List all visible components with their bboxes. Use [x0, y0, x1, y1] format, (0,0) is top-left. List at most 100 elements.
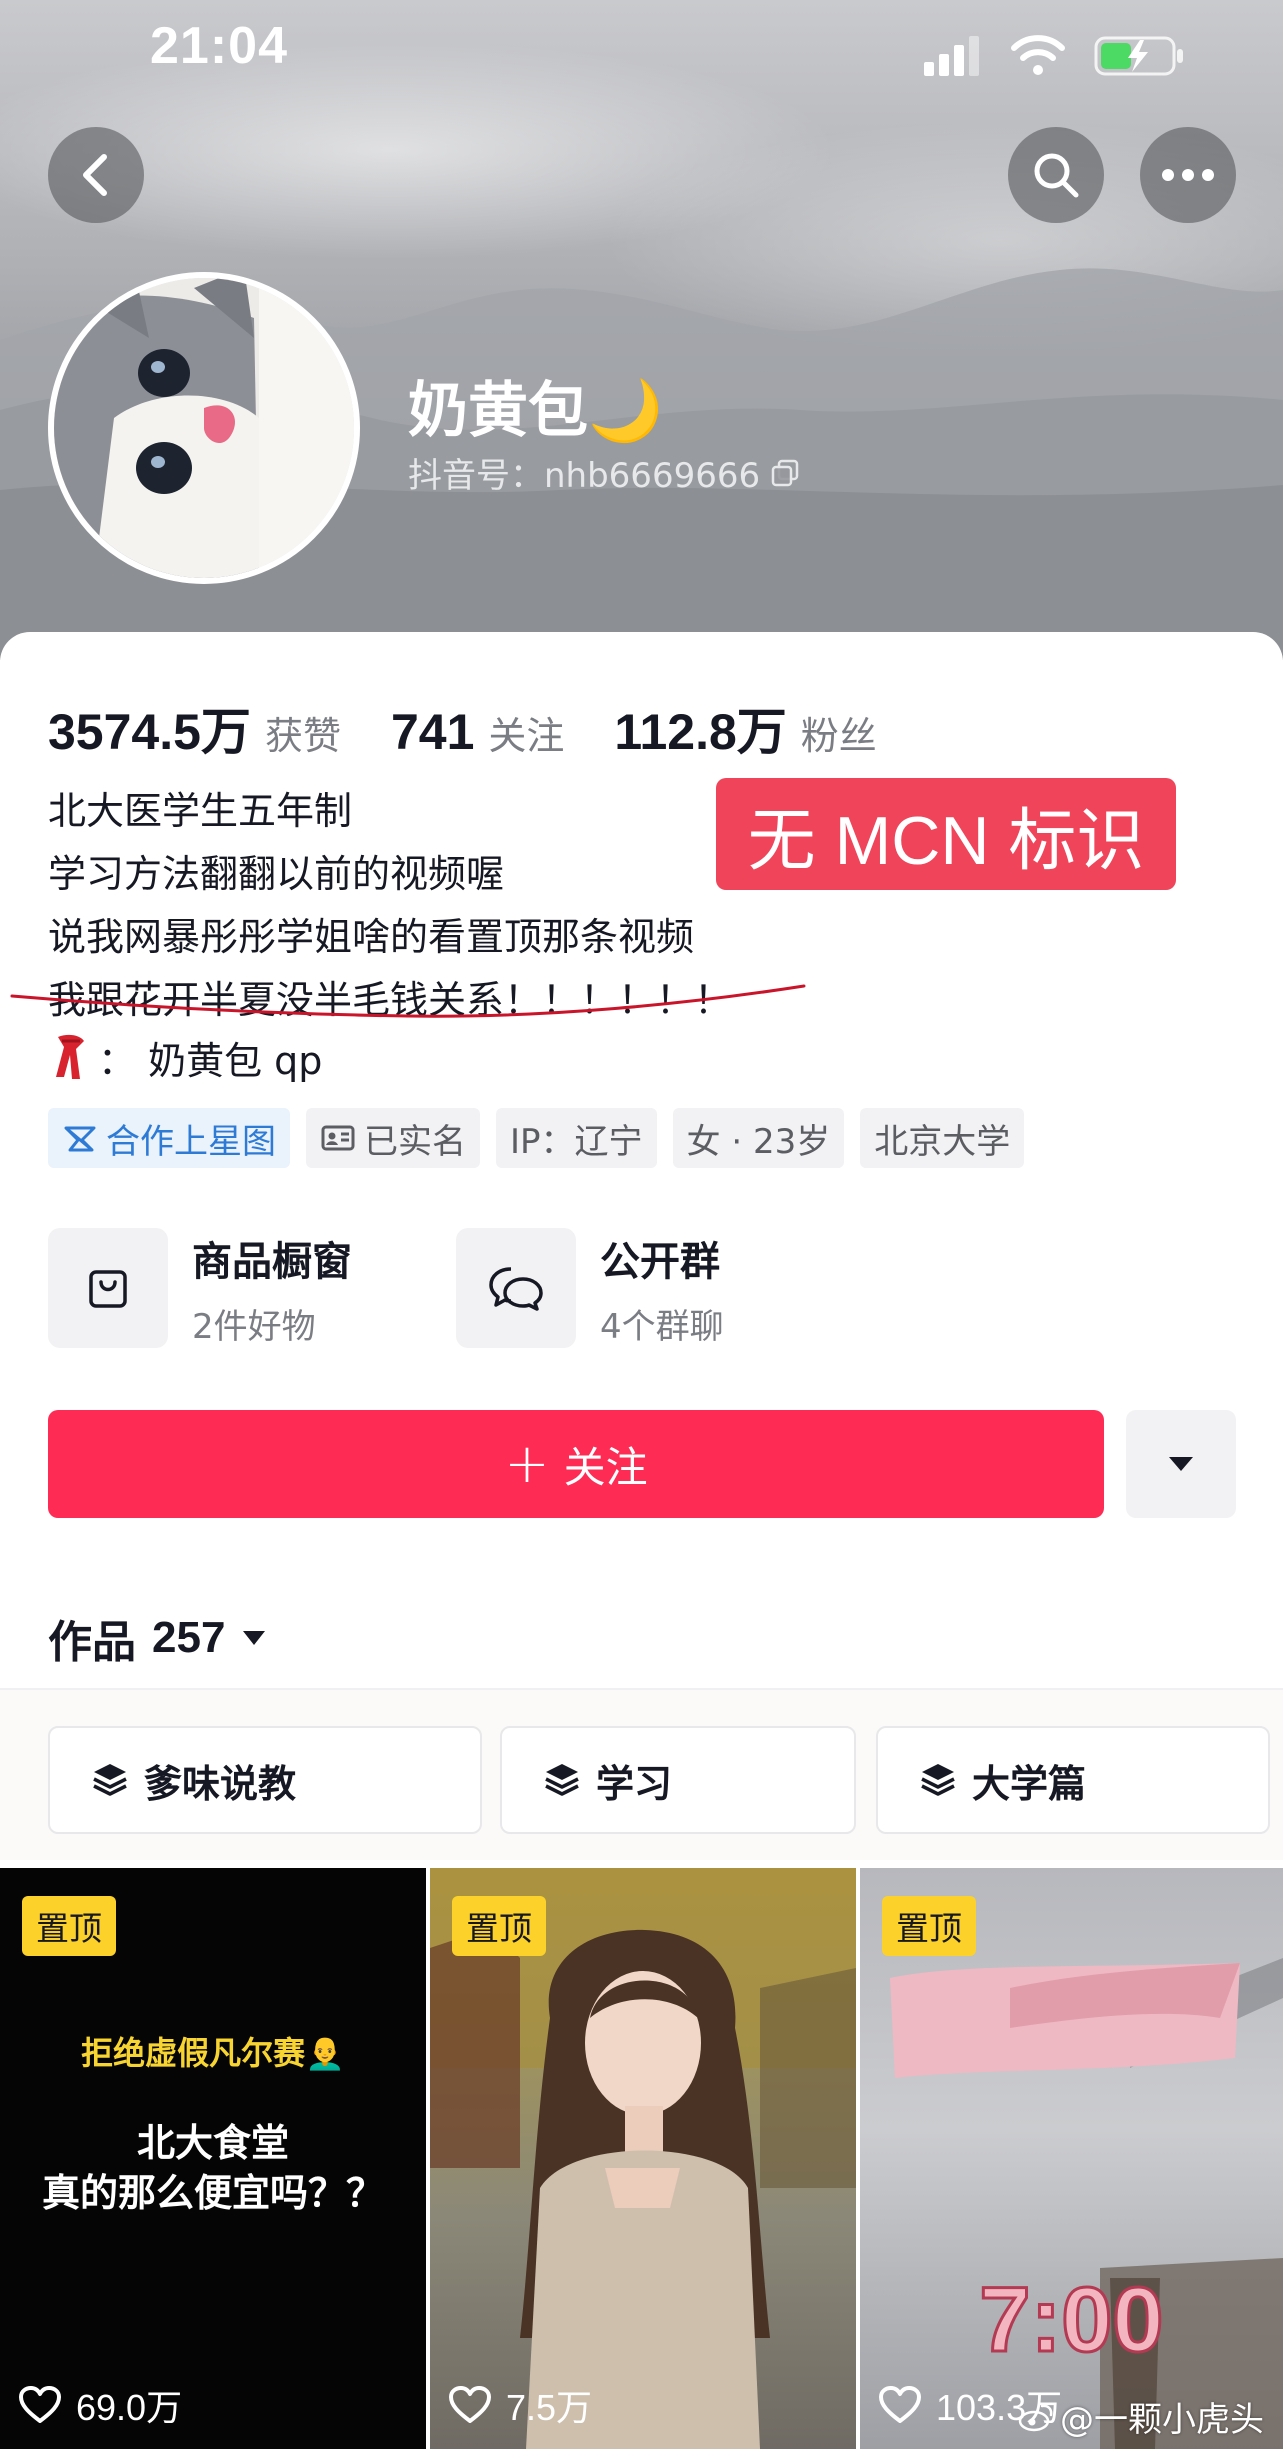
works-tab[interactable]: 作品 257 — [48, 1606, 267, 1670]
search-icon — [1034, 153, 1079, 198]
nickname: 奶黄包🌙 — [408, 362, 663, 449]
nickname-text: 奶黄包 — [408, 376, 588, 446]
tag-gender-age: 女 · 23岁 — [672, 1108, 845, 1168]
follow-label: 关注 — [563, 1442, 648, 1492]
shortcuts: 商品橱窗 2件好物 公开群 4个群聊 — [48, 1228, 1248, 1352]
heart-icon — [449, 2386, 491, 2423]
tag-ip: IP：辽宁 — [496, 1108, 657, 1168]
collection-label: 学习 — [596, 1761, 673, 1806]
stat-label-likes: 获赞 — [264, 714, 341, 758]
stat-value-followers[interactable]: 112.8万 — [614, 692, 786, 764]
shortcut-subtitle: 2件好物 — [192, 1306, 316, 1347]
pinned-badge: 置顶 — [452, 1896, 546, 1956]
video-likes: 69.0万 — [18, 2379, 182, 2431]
caret-down-icon — [1169, 1457, 1193, 1471]
more-button[interactable] — [1140, 127, 1236, 223]
watermark-text: @一颗小虎头 — [1060, 2400, 1264, 2440]
video-tile[interactable]: 置顶 拒绝虚假凡尔赛👨‍🦲 北大食堂真的那么便宜吗？？ 69.0万 — [0, 1868, 426, 2449]
shortcut-icon-box — [456, 1228, 576, 1348]
caret-down-icon — [243, 1631, 266, 1645]
star-map-icon — [64, 1126, 96, 1152]
tag-label: IP：辽宁 — [510, 1121, 643, 1162]
stat-label-followers[interactable]: 粉丝 — [801, 705, 877, 760]
tag-verified[interactable]: 已实名 — [306, 1108, 480, 1168]
shortcut-title: 商品橱窗 — [192, 1238, 352, 1285]
avatar[interactable] — [48, 272, 360, 584]
back-button[interactable] — [48, 127, 144, 223]
video-grid: 置顶 拒绝虚假凡尔赛👨‍🦲 北大食堂真的那么便宜吗？？ 69.0万 — [0, 1868, 1283, 2449]
douyin-id-text: 抖音号：nhb6669666 — [408, 456, 761, 496]
status-time: 21:04 — [150, 17, 288, 75]
stat-value-following[interactable]: 741 — [391, 703, 474, 761]
pinned-badge: 置顶 — [22, 1896, 116, 1956]
pinned-badge: 置顶 — [882, 1896, 976, 1956]
handwritten-underline — [10, 984, 806, 1018]
weibo-watermark: @一颗小虎头 — [1018, 2392, 1264, 2441]
shopping-bag-icon — [89, 1270, 127, 1308]
bio-alt-account: ： 奶黄包 qp — [54, 1030, 322, 1085]
profile-tags: 合作上星图 已实名 IP：辽宁 女 · 23岁 北京大学 — [48, 1108, 1025, 1168]
follow-button[interactable]: + 关注 — [48, 1410, 1104, 1518]
bio-line: 学习方法翻翻以前的视频喔 — [48, 852, 505, 896]
douyin-id[interactable]: 抖音号：nhb6669666 — [408, 448, 800, 497]
collection-chip[interactable]: 大学篇 — [876, 1726, 1270, 1834]
stat-value-likes: 3574.5万 — [48, 704, 251, 760]
profile-banner: 21:04 奶黄包🌙 抖音号：nhb6669666 — [0, 0, 1283, 660]
profile-card: 3574.5万 获赞 741 关注 112.8万 粉丝 无 MCN 标识 北大医… — [0, 632, 1283, 2449]
layers-icon — [93, 1764, 127, 1796]
heart-icon — [19, 2386, 61, 2423]
cat-avatar-image — [54, 278, 354, 578]
tag-label: 合作上星图 — [106, 1121, 276, 1162]
stats-row: 3574.5万 获赞 741 关注 112.8万 粉丝 — [48, 692, 927, 764]
more-icon — [1162, 169, 1214, 181]
moon-emoji: 🌙 — [588, 376, 663, 446]
works-count: 257 — [152, 1613, 226, 1662]
collection-label: 爹味说教 — [144, 1761, 297, 1806]
mcn-annotation-badge: 无 MCN 标识 — [716, 778, 1176, 890]
works-label: 作品 — [48, 1617, 136, 1668]
caption-line: 北大食堂 — [136, 2121, 289, 2165]
video-overlay-text: 7:00 — [978, 2268, 1165, 2373]
bio-line: 说我网暴彤彤学姐啥的看置顶那条视频 — [48, 915, 695, 959]
shortcut-public-group[interactable]: 公开群 4个群聊 — [456, 1228, 724, 1348]
plus-icon: + — [504, 1432, 550, 1495]
likes-count: 7.5万 — [506, 2387, 593, 2428]
battery-charging-icon — [1094, 36, 1183, 76]
wifi-icon — [1011, 35, 1065, 75]
bio-line: 北大医学生五年制 — [48, 789, 353, 833]
copy-icon[interactable] — [770, 458, 800, 488]
collection-chip[interactable]: 学习 — [500, 1726, 856, 1834]
status-bar: 21:04 — [0, 14, 1283, 76]
tag-school[interactable]: 北京大学 — [860, 1108, 1025, 1168]
likes-count: 69.0万 — [76, 2387, 183, 2428]
chat-bubbles-icon — [489, 1267, 543, 1311]
tag-label: 女 · 23岁 — [686, 1121, 831, 1162]
shortcut-icon-box — [48, 1228, 168, 1348]
back-icon — [83, 154, 107, 196]
collection-label: 大学篇 — [972, 1761, 1087, 1806]
shortcut-title: 公开群 — [600, 1238, 720, 1285]
weibo-logo-icon — [1018, 2404, 1053, 2431]
id-card-icon — [321, 1125, 355, 1151]
heart-icon — [879, 2386, 921, 2423]
scarf-icon — [56, 1034, 84, 1079]
recommend-dropdown-button[interactable] — [1126, 1410, 1236, 1518]
caption-line: 真的那么便宜吗？？ — [41, 2171, 384, 2215]
collection-chip[interactable]: 爹味说教 — [48, 1726, 482, 1834]
alt-account-text: ： 奶黄包 qp — [98, 1039, 323, 1083]
shortcut-shop-window[interactable]: 商品橱窗 2件好物 — [48, 1228, 352, 1348]
video-likes: 7.5万 — [448, 2379, 592, 2431]
video-tile[interactable]: 7:00 置顶 103.3万 — [860, 1868, 1283, 2449]
stat-label-following[interactable]: 关注 — [488, 705, 564, 760]
signal-icon — [924, 36, 979, 76]
layers-icon — [545, 1764, 579, 1796]
search-button[interactable] — [1008, 127, 1104, 223]
video-caption-main: 北大食堂真的那么便宜吗？？ — [0, 2118, 426, 2218]
tag-star-map[interactable]: 合作上星图 — [48, 1108, 290, 1168]
shortcut-subtitle: 4个群聊 — [600, 1306, 724, 1347]
video-caption-top: 拒绝虚假凡尔赛👨‍🦲 — [81, 2034, 345, 2072]
tag-label: 北京大学 — [874, 1121, 1011, 1162]
video-tile[interactable]: 置顶 7.5万 — [430, 1868, 856, 2449]
tag-label: 已实名 — [364, 1121, 466, 1162]
layers-icon — [921, 1764, 955, 1796]
